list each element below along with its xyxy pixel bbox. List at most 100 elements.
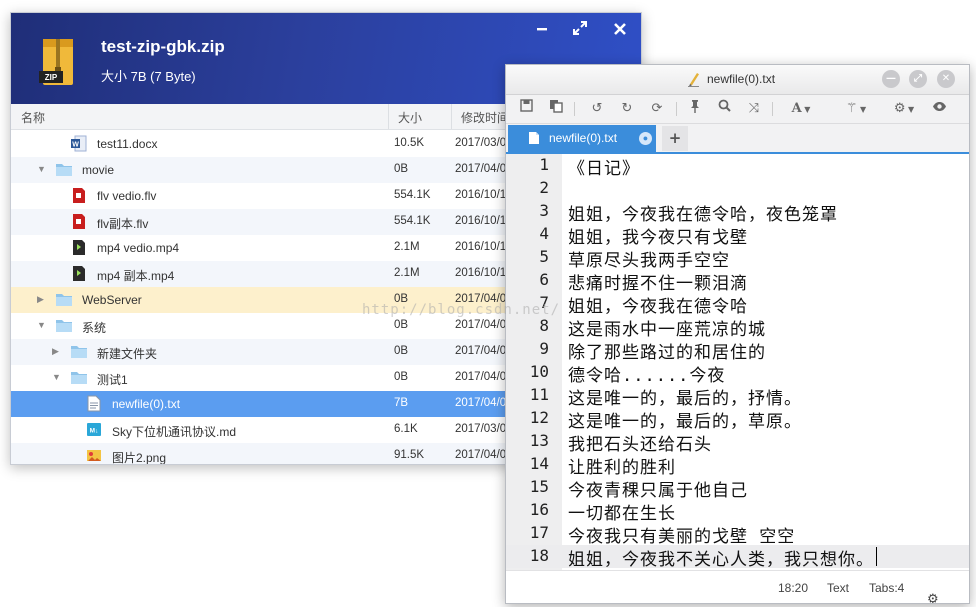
- preview-button[interactable]: [928, 99, 950, 119]
- font-menu-button[interactable]: A ▼: [784, 99, 818, 119]
- chevron-down-icon: ▼: [905, 105, 915, 114]
- editor-tab-bar: newfile(0).txt ● +: [506, 124, 969, 154]
- line-text: 除了那些路过的和居住的: [568, 343, 766, 363]
- magic-menu-button[interactable]: ⚚ ▼: [839, 99, 873, 119]
- folder-icon: [70, 369, 88, 386]
- close-button[interactable]: [609, 19, 631, 41]
- line-text: 让胜利的胜利: [568, 458, 676, 478]
- editor-line[interactable]: 11 这是唯一的，最后的，抒情。: [506, 384, 969, 409]
- font-icon: A: [791, 101, 802, 116]
- file-date: 2017/04/0: [455, 319, 507, 331]
- tab-label: newfile(0).txt: [549, 131, 618, 145]
- line-number: 6: [539, 270, 549, 289]
- save-icon: [519, 99, 533, 112]
- undo-button[interactable]: ↺: [586, 99, 608, 119]
- column-name[interactable]: 名称: [21, 109, 45, 126]
- editor-line[interactable]: 7 姐姐，今夜我在德令哈: [506, 292, 969, 317]
- cursor-position: 18:20: [778, 581, 809, 595]
- collapse-arrow-icon[interactable]: ▶: [37, 294, 47, 304]
- column-date[interactable]: 修改时间: [461, 109, 509, 126]
- save-button[interactable]: [515, 99, 537, 119]
- expand-arrow-icon[interactable]: ▼: [52, 372, 62, 382]
- editor-window-title: newfile(0).txt: [707, 72, 776, 86]
- tab-close-icon[interactable]: ●: [639, 132, 652, 145]
- redo-button[interactable]: ↻: [616, 99, 638, 119]
- file-name: 图片2.png: [112, 451, 167, 465]
- copy-button[interactable]: [545, 99, 567, 119]
- zip-icon-label: ZIP: [45, 73, 58, 82]
- magic-wand-icon: ⚚: [845, 101, 858, 116]
- mp4-file-icon: [70, 265, 88, 282]
- editor-minimize-button[interactable]: —: [882, 70, 900, 88]
- gear-icon: ⚙: [927, 591, 939, 604]
- file-size: 10.5K: [394, 137, 425, 149]
- line-text: 我把石头还给石头: [568, 435, 712, 455]
- file-size: 7B: [394, 397, 409, 409]
- editor-line[interactable]: 13 我把石头还给石头: [506, 430, 969, 455]
- editor-line[interactable]: 16 一切都在生长: [506, 499, 969, 524]
- line-number: 17: [529, 523, 549, 542]
- editor-maximize-button[interactable]: ⤢: [909, 70, 927, 88]
- file-size: 0B: [394, 319, 409, 331]
- file-date: 2017/04/0: [455, 163, 507, 175]
- editor-line[interactable]: 3 姐姐，今夜我在德令哈，夜色笼罩: [506, 200, 969, 225]
- maximize-button[interactable]: [569, 19, 591, 41]
- column-size[interactable]: 大小: [398, 109, 422, 126]
- line-text: 悲痛时握不住一颗泪滴: [568, 274, 748, 294]
- file-name: 系统: [82, 321, 107, 335]
- editor-line[interactable]: 17 今夜我只有美丽的戈壁 空空: [506, 522, 969, 547]
- minimize-button[interactable]: [531, 19, 553, 41]
- editor-line[interactable]: 15 今夜青稞只属于他自己: [506, 476, 969, 501]
- file-size: 0B: [394, 371, 409, 383]
- expand-arrow-icon[interactable]: ▼: [37, 164, 47, 174]
- flv-file-icon: [70, 187, 88, 204]
- file-size: 554.1K: [394, 189, 431, 201]
- editor-line[interactable]: 6 悲痛时握不住一颗泪滴: [506, 269, 969, 294]
- file-date: 2016/10/1: [455, 267, 507, 279]
- line-text: 姐姐，今夜我不关心人类，我只想你。: [568, 550, 874, 570]
- shuffle-button[interactable]: ⤨: [743, 99, 765, 119]
- image-file-icon: [85, 447, 103, 464]
- copy-icon: [550, 100, 563, 113]
- folder-icon: [55, 317, 73, 334]
- chevron-down-icon: ▼: [857, 105, 867, 114]
- editor-close-button[interactable]: ✕: [937, 70, 955, 88]
- editor-line[interactable]: 4 姐姐，我今夜只有戈壁: [506, 223, 969, 248]
- file-name: flv副本.flv: [97, 217, 149, 231]
- editor-line[interactable]: 2: [506, 177, 969, 200]
- editor-line[interactable]: 18 姐姐，今夜我不关心人类，我只想你。: [506, 545, 969, 570]
- editor-line[interactable]: 12 这是唯一的，最后的，草原。: [506, 407, 969, 432]
- collapse-arrow-icon[interactable]: ▶: [52, 346, 62, 356]
- pin-button[interactable]: [684, 99, 706, 119]
- editor-line[interactable]: 5 草原尽头我两手空空: [506, 246, 969, 271]
- file-date: 2017/04/0: [455, 397, 507, 409]
- line-number: 16: [529, 500, 549, 519]
- settings-menu-button[interactable]: ⚙ ▼: [887, 99, 921, 119]
- archive-title: test-zip-gbk.zip: [101, 37, 225, 56]
- file-date: 2017/04/0: [455, 345, 507, 357]
- expand-icon: ⤢: [914, 73, 922, 84]
- file-name: mp4 副本.mp4: [97, 269, 175, 283]
- syntax-mode[interactable]: Text: [827, 581, 849, 595]
- tab-newfile[interactable]: newfile(0).txt ●: [508, 125, 656, 152]
- line-text: 一切都在生长: [568, 504, 676, 524]
- refresh-button[interactable]: ⟳: [646, 99, 668, 119]
- editor-line[interactable]: 8 这是雨水中一座荒凉的城: [506, 315, 969, 340]
- expand-arrow-icon[interactable]: ▼: [37, 320, 47, 330]
- editor-line[interactable]: 9 除了那些路过的和居住的: [506, 338, 969, 363]
- file-name: 测试1: [97, 373, 128, 387]
- file-name: movie: [82, 163, 115, 177]
- line-number: 11: [529, 385, 549, 404]
- line-number: 14: [529, 454, 549, 473]
- new-tab-button[interactable]: +: [662, 126, 688, 151]
- tab-size[interactable]: Tabs:4: [869, 581, 904, 595]
- editor-line[interactable]: 1 《日记》: [506, 154, 969, 179]
- line-number: 5: [539, 247, 549, 266]
- search-button[interactable]: [713, 99, 735, 119]
- undo-icon: ↺: [591, 101, 603, 116]
- close-icon: ✕: [941, 73, 951, 84]
- minimize-icon: [537, 28, 547, 31]
- editor-line[interactable]: 10 德令哈......今夜: [506, 361, 969, 386]
- editor-line[interactable]: 14 让胜利的胜利: [506, 453, 969, 478]
- file-size: 2.1M: [394, 267, 420, 279]
